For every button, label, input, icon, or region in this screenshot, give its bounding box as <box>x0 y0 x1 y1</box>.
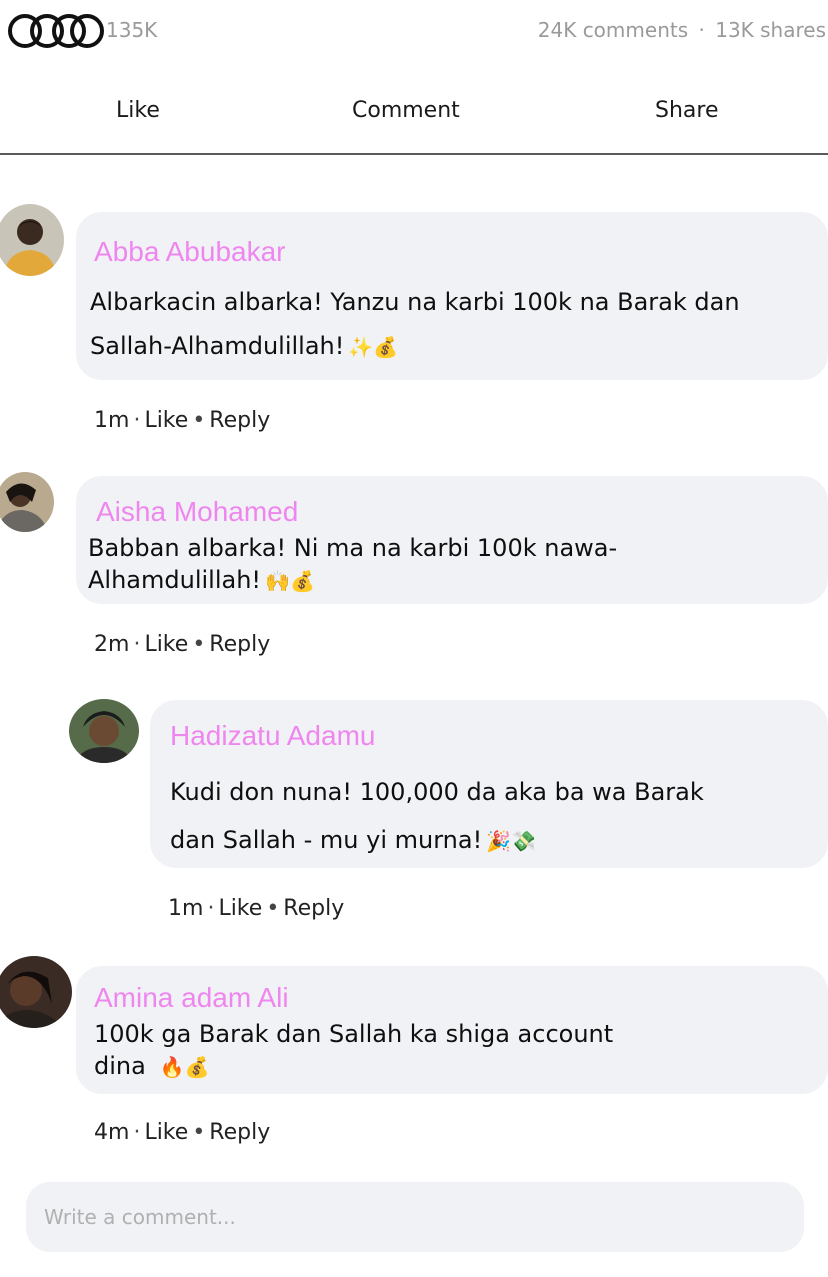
reaction-count[interactable]: 135K <box>106 18 157 42</box>
avatar-aisha-mohamed[interactable] <box>0 472 54 532</box>
comment-like-link[interactable]: Like <box>218 896 262 921</box>
share-button[interactable]: Share <box>655 98 719 123</box>
comment-like-link[interactable]: Like <box>144 632 188 657</box>
comment-button[interactable]: Comment <box>352 98 460 123</box>
fire-moneybag-emoji-icon: 🔥💰 <box>159 1055 210 1079</box>
comment-text-line: Alhamdulillah! 🙌💰 <box>88 566 315 594</box>
comment-reply-link[interactable]: Reply <box>209 632 270 657</box>
like-button[interactable]: Like <box>116 98 160 123</box>
comment-reply-link[interactable]: Reply <box>209 1120 270 1145</box>
comment-author[interactable]: Aisha Mohamed <box>96 496 298 528</box>
comment-meta: 1m · Like • Reply <box>168 896 345 921</box>
comment-text-line: Kudi don nuna! 100,000 da aka ba wa Bara… <box>170 778 704 806</box>
comment-like-link[interactable]: Like <box>144 408 188 433</box>
separator-dot: · <box>698 18 705 42</box>
party-popper-money-emoji-icon: 🎉💸 <box>486 829 536 853</box>
post-stats-bar: 135K 24K comments · 13K shares <box>0 0 828 62</box>
comment-author[interactable]: Amina adam Ali <box>94 982 289 1014</box>
comment-text-line: dan Sallah - mu yi murna! 🎉💸 <box>170 826 536 854</box>
avatar-amina-adam-ali[interactable] <box>0 956 72 1028</box>
comment-text-line: Sallah-Alhamdulillah! ✨💰 <box>90 332 399 360</box>
avatar-abba-abubakar[interactable] <box>0 204 64 276</box>
comment-text-line: Babban albarka! Ni ma na karbi 100k nawa… <box>88 534 618 562</box>
raised-hands-moneybag-emoji-icon: 🙌💰 <box>265 569 315 593</box>
comment-bubble: Hadizatu Adamu Kudi don nuna! 100,000 da… <box>150 700 828 868</box>
comment-timestamp: 1m <box>94 408 130 433</box>
comment-meta: 4m · Like • Reply <box>94 1120 271 1145</box>
comment-text-line: 100k ga Barak dan Sallah ka shiga accoun… <box>94 1020 614 1048</box>
comment-count[interactable]: 24K comments <box>538 18 688 42</box>
four-rings-logo-icon[interactable] <box>6 12 106 50</box>
sparkles-moneybag-emoji-icon: ✨💰 <box>348 335 399 359</box>
comment-input[interactable] <box>44 1200 784 1234</box>
comment-meta: 2m · Like • Reply <box>94 632 271 657</box>
comment-timestamp: 1m <box>168 896 204 921</box>
comment-composer <box>26 1182 804 1252</box>
comment-author[interactable]: Hadizatu Adamu <box>170 720 375 752</box>
comment-like-link[interactable]: Like <box>144 1120 188 1145</box>
post-actions-bar: Like Comment Share <box>0 80 828 144</box>
comment-text-line: dina 🔥💰 <box>94 1052 210 1080</box>
comment-bubble: Abba Abubakar Albarkacin albarka! Yanzu … <box>76 212 828 380</box>
comment-bubble: Aisha Mohamed Babban albarka! Ni ma na k… <box>76 476 828 604</box>
comment-timestamp: 2m <box>94 632 130 657</box>
share-count[interactable]: 13K shares <box>715 18 826 42</box>
comment-reply-link[interactable]: Reply <box>283 896 344 921</box>
comment-meta: 1m · Like • Reply <box>94 408 271 433</box>
divider <box>0 153 828 155</box>
comment-author[interactable]: Abba Abubakar <box>94 236 286 268</box>
comment-bubble: Amina adam Ali 100k ga Barak dan Sallah … <box>76 966 828 1094</box>
comment-text-line: Albarkacin albarka! Yanzu na karbi 100k … <box>90 288 740 316</box>
avatar-hadizatu-adamu[interactable] <box>69 699 139 763</box>
comment-timestamp: 4m <box>94 1120 130 1145</box>
engagement-summary: 24K comments · 13K shares <box>538 18 826 42</box>
comment-reply-link[interactable]: Reply <box>209 408 270 433</box>
